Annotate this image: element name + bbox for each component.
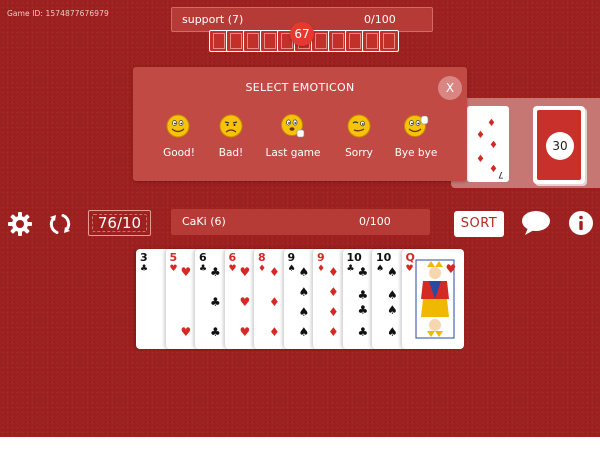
hand-card[interactable]: Q ♥ ♥ <box>401 249 464 349</box>
card-rank: 9 <box>287 251 296 264</box>
card-suit: ♦ <box>258 264 267 274</box>
info-icon[interactable] <box>568 210 594 236</box>
card-pip: ♦ <box>489 140 498 151</box>
card-pip: ♥ <box>239 325 251 339</box>
draw-pile-count: 30 <box>546 132 574 160</box>
card-suit: ♠ <box>287 264 296 274</box>
waving-smiley-icon <box>404 115 429 137</box>
emoticon-label: Last game <box>265 147 321 159</box>
card-pip: ♠ <box>387 325 398 339</box>
opponent-card-back <box>379 30 399 52</box>
refresh-icon[interactable] <box>47 211 73 237</box>
emoticon-last-game[interactable]: Last game <box>263 113 323 159</box>
pointing-smiley-icon <box>281 114 305 138</box>
discard-pile-card[interactable]: ♦ ♦ ♦ ♦ ♦ 7 <box>467 106 509 182</box>
card-suit: ♣ <box>199 264 208 274</box>
thumbs-up-smiley-icon <box>166 114 190 138</box>
card-pip: ♠ <box>298 265 310 279</box>
card-suit: ♣ <box>140 264 149 274</box>
card-pip: ♦ <box>328 265 339 279</box>
card-pip: ♠ <box>298 305 310 319</box>
card-rank: Q <box>405 251 415 264</box>
card-suit: ♥ <box>405 264 414 274</box>
card-pip: ♠ <box>387 303 398 317</box>
player-score: 0/100 <box>359 215 391 228</box>
emoticon-label: Sorry <box>345 147 373 159</box>
emoticon-label: Bad! <box>218 147 244 159</box>
card-pip: ♥ <box>239 295 251 309</box>
card-pip: ♦ <box>328 305 339 319</box>
bottom-bar <box>0 437 600 450</box>
opponent-score: 0/100 <box>364 13 396 26</box>
card-pip: ♦ <box>328 325 339 339</box>
emoticon-panel: SELECT EMOTICON X Good! Bad! Last game S… <box>133 67 467 181</box>
card-pip: ♣ <box>357 288 369 302</box>
player-name: CaKi (6) <box>182 215 226 228</box>
card-pip: ♠ <box>387 288 398 302</box>
card-pip: ♦ <box>489 164 498 175</box>
card-suit: ♥ <box>228 264 237 274</box>
card-pip: ♣ <box>210 325 221 339</box>
close-button[interactable]: X <box>438 76 462 100</box>
card-pip: ♠ <box>387 265 398 279</box>
card-pip: ♦ <box>269 265 280 279</box>
player-bar: CaKi (6) 0/100 <box>171 209 430 235</box>
opponent-card-count: 67 <box>290 22 314 46</box>
card-rank: 3 <box>140 251 148 264</box>
gear-icon[interactable] <box>7 211 33 237</box>
card-pip: ♣ <box>357 303 369 317</box>
chat-bubble-icon[interactable] <box>520 210 552 236</box>
card-pip: ♥ <box>239 265 251 279</box>
emoticon-panel-title: SELECT EMOTICON <box>245 81 355 94</box>
emoticon-sorry[interactable]: Sorry <box>329 113 389 159</box>
card-back: 30 <box>537 110 581 180</box>
card-pip: ♦ <box>269 325 280 339</box>
card-suit: ♠ <box>376 264 385 274</box>
emoticon-good[interactable]: Good! <box>149 113 209 159</box>
card-rank: 10 <box>376 251 392 264</box>
card-pip: ♥ <box>180 265 192 279</box>
card-pip: ♥ <box>445 262 457 276</box>
card-pip: ♣ <box>357 325 369 339</box>
card-pip: ♠ <box>298 285 310 299</box>
card-rank: 6 <box>228 251 237 264</box>
card-rank: 6 <box>199 251 207 264</box>
card-pip: ♦ <box>487 118 496 129</box>
card-rank: 8 <box>258 251 266 264</box>
round-score: 76/10 <box>88 210 151 236</box>
card-pip: ♣ <box>210 265 221 279</box>
card-pip: ♦ <box>328 285 339 299</box>
card-pip: ♦ <box>476 130 485 141</box>
emoticon-bad[interactable]: Bad! <box>201 113 261 159</box>
draw-pile[interactable]: 30 <box>533 106 585 184</box>
card-rank: 7 <box>498 169 504 179</box>
card-suit: ♥ <box>169 264 178 274</box>
emoticon-label: Good! <box>163 147 195 159</box>
card-pip: ♠ <box>298 325 310 339</box>
card-pip: ♦ <box>476 154 485 165</box>
sort-button[interactable]: SORT <box>454 211 504 237</box>
card-pip: ♣ <box>357 265 369 279</box>
frown-smiley-icon <box>219 114 243 138</box>
card-suit: ♦ <box>317 264 326 274</box>
wink-smiley-icon <box>347 114 371 138</box>
game-id-label: Game ID: 1574877676979 <box>7 9 109 18</box>
card-rank: 10 <box>346 251 362 264</box>
emoticon-bye-bye[interactable]: Bye bye <box>386 113 446 159</box>
card-rank: 5 <box>169 251 178 264</box>
emoticon-label: Bye bye <box>394 147 438 159</box>
card-pip: ♦ <box>269 295 280 309</box>
opponent-name: support (7) <box>182 13 244 26</box>
card-suit: ♣ <box>346 264 355 274</box>
card-pip: ♥ <box>180 325 192 339</box>
card-rank: 9 <box>317 251 325 264</box>
card-pip: ♣ <box>210 295 221 309</box>
